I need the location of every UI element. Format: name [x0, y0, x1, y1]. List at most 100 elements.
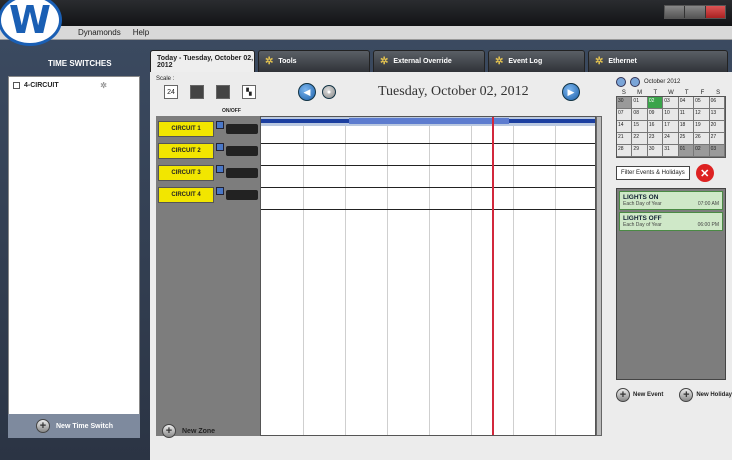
calendar-day[interactable]: 30	[647, 145, 664, 157]
vertical-scrollbar[interactable]	[596, 116, 602, 436]
calendar-day[interactable]: 16	[647, 121, 664, 133]
calendar-day[interactable]: 07	[617, 109, 633, 121]
zone-label[interactable]: CIRCUIT 3	[158, 165, 214, 181]
calendar-day[interactable]: 20	[709, 121, 725, 133]
calendar-day[interactable]: 27	[709, 133, 725, 145]
calendar-day[interactable]: 13	[709, 109, 725, 121]
list-item[interactable]: LIGHTS OFF Each Day of Year 06:00 PM	[619, 212, 723, 231]
event-actions: + New Event + New Holiday	[616, 388, 732, 402]
tab-tools[interactable]: ✲ Tools	[258, 50, 370, 72]
tab-event-log[interactable]: ✲ Event Log	[488, 50, 585, 72]
calendar-day[interactable]: 31	[663, 145, 679, 157]
calendar-day[interactable]: 22	[632, 133, 648, 145]
timeline-grid[interactable]	[260, 116, 596, 436]
next-day-button[interactable]: ▶	[562, 83, 580, 101]
calendar-header: October 2012	[616, 76, 732, 88]
on-off-toggle[interactable]	[226, 124, 258, 134]
gear-icon: ✲	[265, 56, 274, 67]
calendar-day[interactable]: 09	[647, 109, 664, 121]
maximize-button[interactable]	[685, 6, 706, 18]
daylight-range	[349, 118, 509, 124]
new-time-switch-button[interactable]: + New Time Switch	[8, 414, 140, 438]
tab-external-override-label: External Override	[393, 58, 452, 65]
list-item[interactable]: 4-CIRCUIT ✲	[9, 77, 139, 94]
calendar-day[interactable]: 10	[663, 109, 679, 121]
previous-month-button[interactable]	[616, 77, 626, 87]
tab-external-override[interactable]: ✲ External Override	[373, 50, 485, 72]
settings-icon[interactable]: ✲	[100, 81, 107, 90]
zone-label[interactable]: CIRCUIT 2	[158, 143, 214, 159]
calendar-day[interactable]: 24	[663, 133, 679, 145]
calendar-day[interactable]: 30	[617, 97, 633, 109]
calendar-day[interactable]: 15	[632, 121, 648, 133]
hour-gridline	[513, 126, 514, 435]
calendar-day[interactable]: 29	[632, 145, 648, 157]
edit-icon[interactable]	[216, 165, 224, 173]
calendar-day[interactable]: 11	[678, 109, 695, 121]
zone-column-header: ON/OFF	[222, 108, 241, 114]
calendar-day[interactable]: 18	[678, 121, 695, 133]
calendar-day[interactable]: 25	[678, 133, 695, 145]
previous-day-button[interactable]: ◀	[298, 83, 316, 101]
calendar-day[interactable]: 01	[632, 97, 648, 109]
new-zone-label: New Zone	[182, 427, 216, 435]
minimize-button[interactable]	[665, 6, 686, 18]
menu-item-help[interactable]: Help	[133, 28, 149, 37]
calendar-day[interactable]: 26	[694, 133, 710, 145]
tab-tools-label: Tools	[278, 58, 297, 65]
new-holiday-button[interactable]: + New Holiday	[679, 388, 732, 402]
window-controls[interactable]	[664, 5, 726, 19]
calendar-day[interactable]: 03	[663, 97, 679, 109]
on-off-toggle[interactable]	[226, 146, 258, 156]
next-month-button[interactable]	[630, 77, 640, 87]
weekday-label: W	[668, 90, 674, 96]
on-off-toggle[interactable]	[226, 168, 258, 178]
edit-icon[interactable]	[216, 143, 224, 151]
calendar-day[interactable]: 02	[694, 145, 710, 157]
calendar-day[interactable]: 08	[632, 109, 648, 121]
tab-ethernet[interactable]: ✲ Ethernet	[588, 50, 728, 72]
scale-month-button[interactable]	[216, 85, 230, 99]
new-event-button[interactable]: + New Event	[616, 388, 663, 402]
list-item[interactable]: LIGHTS ON Each Day of Year 07:00 AM	[619, 191, 723, 210]
calendar-day[interactable]: 14	[617, 121, 633, 133]
calendar-day[interactable]: 03	[709, 145, 725, 157]
calendar-day[interactable]: 12	[694, 109, 710, 121]
close-icon[interactable]: ✕	[695, 164, 714, 182]
on-off-toggle[interactable]	[226, 190, 258, 200]
calendar-day[interactable]: 17	[663, 121, 679, 133]
edit-icon[interactable]	[216, 187, 224, 195]
calendar-day[interactable]: 01	[678, 145, 695, 157]
calendar-day[interactable]: 19	[694, 121, 710, 133]
menu-item-dynamonds[interactable]: Dynamonds	[78, 28, 121, 37]
add-icon: +	[162, 424, 176, 438]
calendar-day[interactable]: 06	[709, 97, 725, 109]
new-zone-button[interactable]: + New Zone	[162, 424, 215, 438]
calendar-day[interactable]: 05	[694, 97, 710, 109]
hour-gridline	[555, 126, 556, 435]
print-icon[interactable]: ▚	[242, 85, 256, 99]
scale-week-button[interactable]	[190, 85, 204, 99]
right-column: October 2012 S M T W T F S 30 01 02 03 04 05 0…	[616, 76, 732, 456]
calendar-day[interactable]: 04	[678, 97, 695, 109]
calendar-day[interactable]: 28	[617, 145, 633, 157]
calendar-day[interactable]: 23	[647, 133, 664, 145]
zone-label[interactable]: CIRCUIT 1	[158, 121, 214, 137]
expand-icon[interactable]	[13, 82, 20, 89]
tab-event-log-label: Event Log	[508, 58, 543, 65]
edit-icon[interactable]	[216, 121, 224, 129]
scale-label: Scale :	[156, 76, 175, 82]
event-title: LIGHTS ON	[623, 194, 659, 201]
calendar-day[interactable]: 02	[647, 97, 664, 109]
filter-events-button[interactable]: Filter Events & Holidays	[616, 166, 690, 180]
title-bar	[0, 0, 732, 26]
calendar-day[interactable]: 21	[617, 133, 633, 145]
today-button[interactable]: ●	[322, 85, 336, 99]
new-time-switch-label: New Time Switch	[56, 422, 114, 430]
tab-today[interactable]: Today - Tuesday, October 02, 2012	[150, 50, 255, 72]
zone-label[interactable]: CIRCUIT 4	[158, 187, 214, 203]
time-ruler[interactable]	[261, 117, 595, 126]
app-body: TIME SWITCHES 4-CIRCUIT ✲ + New Time Swi…	[0, 40, 732, 460]
close-window-button[interactable]	[705, 6, 725, 18]
scale-day-button[interactable]: 24	[164, 85, 178, 99]
